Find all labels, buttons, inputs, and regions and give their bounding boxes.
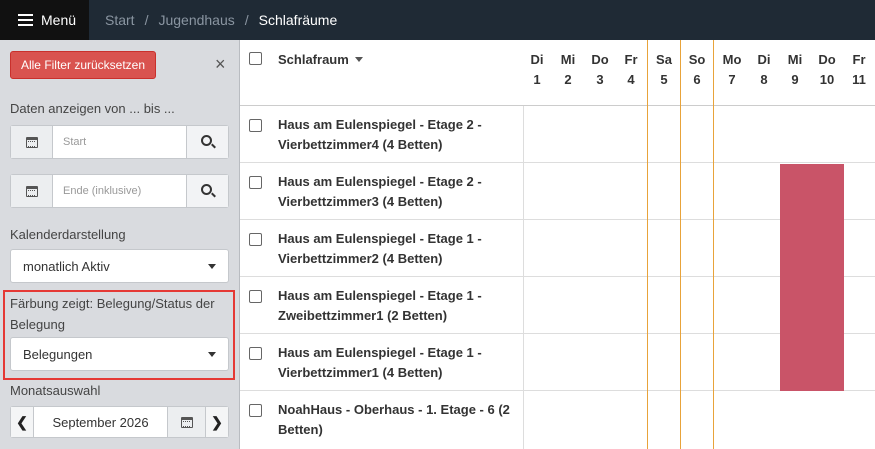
day-header: Mo 7 (722, 52, 742, 87)
day-header: Fr 11 (852, 52, 866, 87)
weekend-divider (647, 40, 648, 449)
menu-button[interactable]: Menü (0, 0, 89, 40)
row-checkbox[interactable] (249, 233, 262, 246)
calendar-view-select[interactable]: monatlich Aktiv (10, 249, 229, 283)
day-header: Di 1 (530, 52, 544, 87)
month-select-label: Monatsauswahl (10, 383, 101, 398)
search-icon (200, 184, 212, 195)
calendar-icon[interactable] (11, 126, 53, 158)
breadcrumb-jugendhaus[interactable]: Jugendhaus (158, 12, 234, 28)
calendar-view-value: monatlich Aktiv (23, 258, 110, 274)
weekend-divider (680, 40, 681, 449)
prev-month-button[interactable]: ❮ (11, 407, 34, 437)
room-name: Haus am Eulenspiegel - Etage 2 - Vierbet… (278, 174, 482, 209)
start-search-button[interactable] (186, 126, 228, 158)
row-checkbox[interactable] (249, 119, 262, 132)
room-name: Haus am Eulenspiegel - Etage 1 - Zweibet… (278, 288, 482, 323)
next-month-button[interactable]: ❯ (205, 407, 228, 437)
breadcrumb-current: Schlafräume (258, 12, 338, 28)
coloring-label: Färbung zeigt: Belegung/Status der Beleg… (10, 296, 215, 332)
month-value[interactable]: September 2026 (34, 407, 167, 437)
reset-filters-button[interactable]: Alle Filter zurücksetzen (10, 51, 156, 79)
month-selector: ❮ September 2026 ❯ (10, 406, 229, 438)
day-header: So 6 (688, 52, 706, 87)
weekend-divider (713, 40, 714, 449)
day-header: Mi 2 (560, 52, 576, 87)
room-name: Haus am Eulenspiegel - Etage 1 - Vierbet… (278, 345, 482, 380)
calendar-icon[interactable] (11, 175, 53, 207)
hamburger-icon (18, 14, 33, 26)
row-checkbox[interactable] (249, 404, 262, 417)
day-header: Fr 4 (624, 52, 638, 87)
chevron-down-icon (208, 264, 216, 269)
breadcrumb-separator: / (244, 12, 249, 28)
start-date-group: Start (10, 125, 229, 159)
room-name: Haus am Eulenspiegel - Etage 1 - Vierbet… (278, 231, 482, 266)
breadcrumb-start[interactable]: Start (105, 12, 135, 28)
table-row[interactable]: NoahHaus - Oberhaus - 1. Etage - 6 (2 Be… (240, 391, 875, 448)
room-column-label: Schlafraum (278, 52, 349, 67)
day-header: Sa 5 (656, 52, 672, 87)
row-checkbox[interactable] (249, 176, 262, 189)
booking-block[interactable] (780, 164, 844, 391)
calendar-view-label: Kalenderdarstellung (10, 227, 126, 242)
select-all-checkbox[interactable] (249, 52, 262, 65)
search-icon (200, 135, 212, 146)
end-search-button[interactable] (186, 175, 228, 207)
grid-divider (523, 106, 524, 449)
day-header: Di 8 (757, 52, 771, 87)
grid-header: Schlafraum Di 1 Mi 2 Do 3 Fr 4 Sa 5 So 6 Mo 7 D… (240, 40, 875, 106)
room-calendar-grid: Schlafraum Di 1 Mi 2 Do 3 Fr 4 Sa 5 So 6 Mo 7 D… (240, 40, 875, 449)
date-range-label: Daten anzeigen von ... bis ... (10, 101, 175, 116)
day-header: Do 3 (591, 52, 609, 87)
start-date-input[interactable]: Start (53, 126, 186, 158)
breadcrumb-separator: / (144, 12, 149, 28)
end-date-group: Ende (inklusive) (10, 174, 229, 208)
chevron-down-icon (208, 352, 216, 357)
room-column-header[interactable]: Schlafraum (278, 52, 363, 67)
menu-label: Menü (41, 12, 77, 28)
coloring-value: Belegungen (23, 346, 93, 362)
sort-down-icon (354, 57, 363, 62)
table-row[interactable]: Haus am Eulenspiegel - Etage 2 - Vierbet… (240, 106, 875, 163)
day-header: Mi 9 (787, 52, 803, 87)
top-navbar: Menü Start / Jugendhaus / Schlafräume (0, 0, 875, 40)
breadcrumb: Start / Jugendhaus / Schlafräume (105, 12, 337, 28)
coloring-select[interactable]: Belegungen (10, 337, 229, 371)
room-name: Haus am Eulenspiegel - Etage 2 - Vierbet… (278, 117, 482, 152)
row-checkbox[interactable] (249, 347, 262, 360)
end-date-input[interactable]: Ende (inklusive) (53, 175, 186, 207)
calendar-icon[interactable] (167, 407, 205, 437)
day-header: Do 10 (818, 52, 836, 87)
row-checkbox[interactable] (249, 290, 262, 303)
room-name: NoahHaus - Oberhaus - 1. Etage - 6 (2 Be… (278, 402, 510, 437)
filter-sidebar: Alle Filter zurücksetzen × Daten anzeige… (0, 40, 240, 449)
close-icon[interactable]: × (215, 54, 226, 75)
